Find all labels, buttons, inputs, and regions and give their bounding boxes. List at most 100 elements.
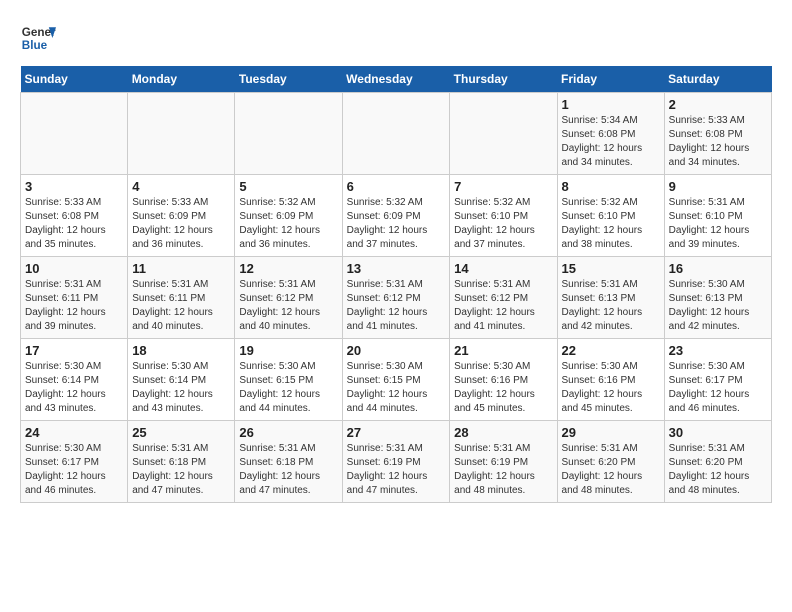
- day-info: Sunrise: 5:31 AM Sunset: 6:18 PM Dayligh…: [132, 442, 230, 498]
- calendar-cell: [235, 93, 342, 175]
- day-number: 3: [25, 179, 123, 194]
- weekday-header: Monday: [128, 66, 235, 93]
- calendar-cell: 4 Sunrise: 5:33 AM Sunset: 6:09 PM Daylig…: [128, 175, 235, 257]
- day-number: 28: [454, 425, 552, 440]
- day-number: 21: [454, 343, 552, 358]
- day-number: 14: [454, 261, 552, 276]
- day-number: 19: [239, 343, 337, 358]
- day-info: Sunrise: 5:31 AM Sunset: 6:11 PM Dayligh…: [25, 278, 123, 334]
- day-info: Sunrise: 5:31 AM Sunset: 6:19 PM Dayligh…: [454, 442, 552, 498]
- calendar-cell: 6 Sunrise: 5:32 AM Sunset: 6:09 PM Daylig…: [342, 175, 450, 257]
- calendar-week-row: 1 Sunrise: 5:34 AM Sunset: 6:08 PM Daylig…: [21, 93, 772, 175]
- logo-icon: General Blue: [20, 20, 56, 56]
- day-info: Sunrise: 5:31 AM Sunset: 6:12 PM Dayligh…: [454, 278, 552, 334]
- day-number: 11: [132, 261, 230, 276]
- calendar-cell: 8 Sunrise: 5:32 AM Sunset: 6:10 PM Daylig…: [557, 175, 664, 257]
- calendar-cell: 28 Sunrise: 5:31 AM Sunset: 6:19 PM Dayli…: [450, 421, 557, 503]
- calendar-cell: 1 Sunrise: 5:34 AM Sunset: 6:08 PM Daylig…: [557, 93, 664, 175]
- day-info: Sunrise: 5:30 AM Sunset: 6:15 PM Dayligh…: [347, 360, 446, 416]
- day-info: Sunrise: 5:30 AM Sunset: 6:15 PM Dayligh…: [239, 360, 337, 416]
- calendar-cell: 20 Sunrise: 5:30 AM Sunset: 6:15 PM Dayli…: [342, 339, 450, 421]
- day-info: Sunrise: 5:32 AM Sunset: 6:09 PM Dayligh…: [239, 196, 337, 252]
- weekday-header: Friday: [557, 66, 664, 93]
- day-number: 20: [347, 343, 446, 358]
- calendar-cell: 26 Sunrise: 5:31 AM Sunset: 6:18 PM Dayli…: [235, 421, 342, 503]
- calendar-cell: [450, 93, 557, 175]
- day-info: Sunrise: 5:30 AM Sunset: 6:13 PM Dayligh…: [669, 278, 767, 334]
- day-info: Sunrise: 5:31 AM Sunset: 6:12 PM Dayligh…: [347, 278, 446, 334]
- calendar-cell: [21, 93, 128, 175]
- day-number: 6: [347, 179, 446, 194]
- calendar-cell: 2 Sunrise: 5:33 AM Sunset: 6:08 PM Daylig…: [664, 93, 771, 175]
- day-number: 17: [25, 343, 123, 358]
- calendar-cell: [342, 93, 450, 175]
- day-info: Sunrise: 5:31 AM Sunset: 6:19 PM Dayligh…: [347, 442, 446, 498]
- day-number: 5: [239, 179, 337, 194]
- weekday-header: Sunday: [21, 66, 128, 93]
- day-number: 26: [239, 425, 337, 440]
- day-number: 16: [669, 261, 767, 276]
- day-info: Sunrise: 5:31 AM Sunset: 6:10 PM Dayligh…: [669, 196, 767, 252]
- day-info: Sunrise: 5:32 AM Sunset: 6:10 PM Dayligh…: [454, 196, 552, 252]
- day-info: Sunrise: 5:31 AM Sunset: 6:20 PM Dayligh…: [669, 442, 767, 498]
- day-number: 13: [347, 261, 446, 276]
- day-number: 15: [562, 261, 660, 276]
- calendar-header: SundayMondayTuesdayWednesdayThursdayFrid…: [21, 66, 772, 93]
- calendar-cell: 27 Sunrise: 5:31 AM Sunset: 6:19 PM Dayli…: [342, 421, 450, 503]
- calendar-cell: 22 Sunrise: 5:30 AM Sunset: 6:16 PM Dayli…: [557, 339, 664, 421]
- weekday-header: Wednesday: [342, 66, 450, 93]
- day-info: Sunrise: 5:33 AM Sunset: 6:09 PM Dayligh…: [132, 196, 230, 252]
- day-info: Sunrise: 5:30 AM Sunset: 6:16 PM Dayligh…: [454, 360, 552, 416]
- calendar-body: 1 Sunrise: 5:34 AM Sunset: 6:08 PM Daylig…: [21, 93, 772, 503]
- day-number: 29: [562, 425, 660, 440]
- day-info: Sunrise: 5:30 AM Sunset: 6:16 PM Dayligh…: [562, 360, 660, 416]
- day-number: 9: [669, 179, 767, 194]
- svg-text:Blue: Blue: [22, 39, 48, 52]
- calendar-week-row: 24Sunrise: 5:30 AM Sunset: 6:17 PM Dayli…: [21, 421, 772, 503]
- day-number: 18: [132, 343, 230, 358]
- calendar-cell: 15 Sunrise: 5:31 AM Sunset: 6:13 PM Dayli…: [557, 257, 664, 339]
- calendar-week-row: 10Sunrise: 5:31 AM Sunset: 6:11 PM Dayli…: [21, 257, 772, 339]
- calendar-table: SundayMondayTuesdayWednesdayThursdayFrid…: [20, 66, 772, 503]
- day-info: Sunrise: 5:31 AM Sunset: 6:20 PM Dayligh…: [562, 442, 660, 498]
- day-info: Sunrise: 5:31 AM Sunset: 6:11 PM Dayligh…: [132, 278, 230, 334]
- day-number: 27: [347, 425, 446, 440]
- day-info: Sunrise: 5:32 AM Sunset: 6:09 PM Dayligh…: [347, 196, 446, 252]
- calendar-cell: 23 Sunrise: 5:30 AM Sunset: 6:17 PM Dayli…: [664, 339, 771, 421]
- day-info: Sunrise: 5:34 AM Sunset: 6:08 PM Dayligh…: [562, 114, 660, 170]
- day-number: 12: [239, 261, 337, 276]
- calendar-week-row: 17 Sunrise: 5:30 AM Sunset: 6:14 PM Dayli…: [21, 339, 772, 421]
- calendar-cell: 7 Sunrise: 5:32 AM Sunset: 6:10 PM Daylig…: [450, 175, 557, 257]
- day-number: 25: [132, 425, 230, 440]
- calendar-cell: 16 Sunrise: 5:30 AM Sunset: 6:13 PM Dayli…: [664, 257, 771, 339]
- calendar-cell: [128, 93, 235, 175]
- day-info: Sunrise: 5:32 AM Sunset: 6:10 PM Dayligh…: [562, 196, 660, 252]
- calendar-cell: 24Sunrise: 5:30 AM Sunset: 6:17 PM Dayli…: [21, 421, 128, 503]
- day-info: Sunrise: 5:30 AM Sunset: 6:14 PM Dayligh…: [132, 360, 230, 416]
- day-info: Sunrise: 5:31 AM Sunset: 6:12 PM Dayligh…: [239, 278, 337, 334]
- calendar-cell: 14 Sunrise: 5:31 AM Sunset: 6:12 PM Dayli…: [450, 257, 557, 339]
- calendar-cell: 18 Sunrise: 5:30 AM Sunset: 6:14 PM Dayli…: [128, 339, 235, 421]
- day-number: 2: [669, 97, 767, 112]
- day-info: Sunrise: 5:33 AM Sunset: 6:08 PM Dayligh…: [669, 114, 767, 170]
- day-info: Sunrise: 5:33 AM Sunset: 6:08 PM Dayligh…: [25, 196, 123, 252]
- weekday-header: Thursday: [450, 66, 557, 93]
- day-info: Sunrise: 5:31 AM Sunset: 6:13 PM Dayligh…: [562, 278, 660, 334]
- calendar-cell: 9 Sunrise: 5:31 AM Sunset: 6:10 PM Daylig…: [664, 175, 771, 257]
- logo: General Blue: [20, 20, 56, 56]
- calendar-cell: 13 Sunrise: 5:31 AM Sunset: 6:12 PM Dayli…: [342, 257, 450, 339]
- day-info: Sunrise: 5:30 AM Sunset: 6:17 PM Dayligh…: [669, 360, 767, 416]
- day-number: 1: [562, 97, 660, 112]
- day-number: 23: [669, 343, 767, 358]
- day-info: Sunrise: 5:30 AM Sunset: 6:17 PM Dayligh…: [25, 442, 123, 498]
- day-number: 22: [562, 343, 660, 358]
- calendar-cell: 29 Sunrise: 5:31 AM Sunset: 6:20 PM Dayli…: [557, 421, 664, 503]
- day-number: 30: [669, 425, 767, 440]
- day-number: 7: [454, 179, 552, 194]
- day-number: 4: [132, 179, 230, 194]
- day-info: Sunrise: 5:31 AM Sunset: 6:18 PM Dayligh…: [239, 442, 337, 498]
- calendar-cell: 25 Sunrise: 5:31 AM Sunset: 6:18 PM Dayli…: [128, 421, 235, 503]
- calendar-cell: 3 Sunrise: 5:33 AM Sunset: 6:08 PM Daylig…: [21, 175, 128, 257]
- day-number: 8: [562, 179, 660, 194]
- calendar-cell: 19 Sunrise: 5:30 AM Sunset: 6:15 PM Dayli…: [235, 339, 342, 421]
